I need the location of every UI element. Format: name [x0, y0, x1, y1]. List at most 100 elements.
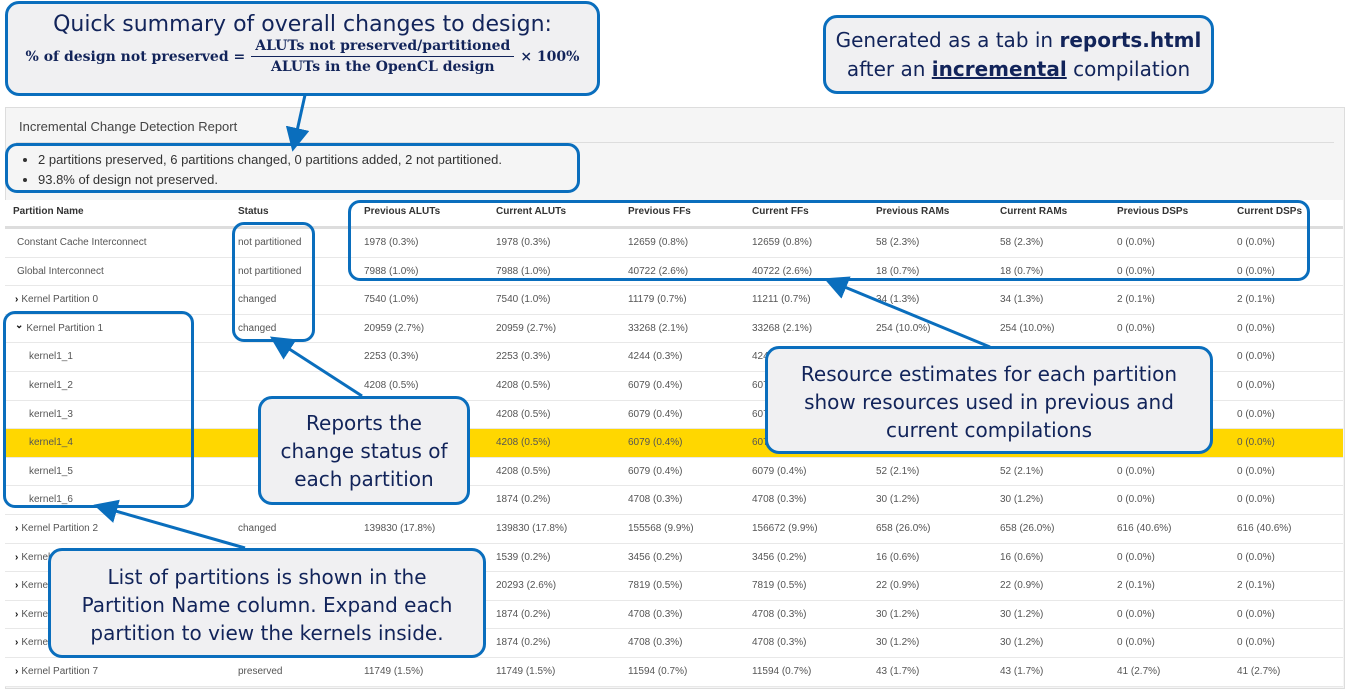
resource-value: 4708 (0.3%) — [628, 608, 683, 620]
table-cell: 30 (1.2%) — [1000, 486, 1043, 513]
resource-value: 7540 (1.0%) — [364, 294, 419, 306]
table-cell: 30 (1.2%) — [876, 486, 919, 513]
table-cell: 7540 (1.0%) — [364, 286, 418, 313]
table-cell: Constant Cache Interconnect — [17, 229, 147, 256]
table-cell: 6079 (0.4%) — [628, 458, 682, 485]
table-cell: 43 (1.7%) — [876, 658, 919, 685]
table-cell: 16 (0.6%) — [1000, 544, 1043, 571]
table-cell: 11594 (0.7%) — [628, 658, 687, 685]
table-cell: 41 (2.7%) — [1237, 658, 1280, 685]
kernel-row[interactable]: kernel1_6 1874 (0.2%) 4708 (0.3%) 4708 (0.3… — [5, 486, 1343, 515]
table-cell: 30 (1.2%) — [1000, 601, 1043, 628]
resource-value: 20959 (2.7%) — [496, 322, 557, 334]
resource-value: 658 (26.0%) — [876, 522, 931, 534]
table-cell: 20959 (2.7%) — [364, 315, 424, 342]
resource-value: 4208 (0.5%) — [496, 465, 551, 477]
partition-row[interactable]: › Kernel Partition 0 changed 7540 (1.0%) 754… — [5, 286, 1343, 315]
kernel-row[interactable]: kernel1_5 4208 (0.5%) 6079 (0.4%) 6079 (0.4… — [5, 458, 1343, 487]
table-cell: › Kernel Partition 2 — [15, 515, 98, 542]
generated-text: compilation — [1066, 57, 1191, 81]
chevron-right-icon[interactable]: › — [15, 658, 18, 685]
partition-name: Global Interconnect — [17, 265, 104, 277]
table-cell: 0 (0.0%) — [1237, 429, 1275, 456]
table-cell: 34 (1.3%) — [876, 286, 919, 313]
table-cell: 6079 (0.4%) — [628, 401, 682, 428]
table-cell: 4708 (0.3%) — [628, 629, 682, 656]
table-cell: 616 (40.6%) — [1237, 515, 1291, 542]
table-cell: 4708 (0.3%) — [752, 486, 806, 513]
partition-name: Kernel Partition 2 — [21, 522, 99, 534]
resource-value: 52 (2.1%) — [1000, 465, 1044, 477]
resource-value: 2253 (0.3%) — [364, 351, 419, 363]
partitions-callout: List of partitions is shown in the Parti… — [48, 548, 486, 658]
resource-value: 0 (0.0%) — [1117, 637, 1155, 649]
chevron-right-icon[interactable]: › — [15, 572, 18, 599]
table-cell: 52 (2.1%) — [876, 458, 919, 485]
table-cell: 155568 (9.9%) — [628, 515, 694, 542]
table-cell: 2253 (0.3%) — [496, 343, 550, 370]
table-cell: 11211 (0.7%) — [752, 286, 811, 313]
status-callout: Reports the change status of each partit… — [258, 396, 470, 505]
resource-value: 30 (1.2%) — [1000, 608, 1044, 620]
resource-value: 43 (1.7%) — [1000, 665, 1044, 677]
resource-value: 4708 (0.3%) — [752, 494, 807, 506]
table-cell: 4208 (0.5%) — [364, 372, 418, 399]
partition-row[interactable]: › Kernel Partition 2 changed 139830 (17.8%)… — [5, 515, 1343, 544]
table-cell: 4208 (0.5%) — [496, 458, 550, 485]
table-cell: 4208 (0.5%) — [496, 429, 550, 456]
resource-value: 33268 (2.1%) — [628, 322, 689, 334]
resource-value: 41 (2.7%) — [1117, 665, 1161, 677]
resource-value: 30 (1.2%) — [876, 494, 920, 506]
table-cell: 0 (0.0%) — [1117, 601, 1155, 628]
chevron-right-icon[interactable]: › — [15, 544, 18, 571]
column-header[interactable]: Partition Name — [13, 200, 84, 224]
formula-numerator: ALUTs not preserved/partitioned — [251, 38, 515, 57]
table-cell: 2 (0.1%) — [1237, 572, 1275, 599]
resource-value: 0 (0.0%) — [1237, 408, 1275, 420]
chevron-right-icon[interactable]: › — [15, 629, 18, 656]
table-cell: 11594 (0.7%) — [752, 658, 811, 685]
partition-row[interactable]: ⌄ Kernel Partition 1 changed 20959 (2.7%) 20… — [5, 315, 1343, 344]
resource-value: 11749 (1.5%) — [496, 665, 556, 677]
resource-value: 11594 (0.7%) — [628, 665, 688, 677]
table-cell: 52 (2.1%) — [1000, 458, 1043, 485]
resource-value: 616 (40.6%) — [1237, 522, 1292, 534]
resource-value: 0 (0.0%) — [1117, 465, 1155, 477]
table-cell: 3456 (0.2%) — [628, 544, 682, 571]
resource-value: 0 (0.0%) — [1117, 551, 1155, 563]
resource-value: 6079 (0.4%) — [628, 408, 683, 420]
status-callout-text: Reports the change status of each partit… — [280, 411, 448, 491]
table-cell: 30 (1.2%) — [1000, 629, 1043, 656]
generated-callout: Generated as a tab in reports.html after… — [823, 15, 1214, 94]
table-cell: 2253 (0.3%) — [364, 343, 418, 370]
column-header[interactable]: Status — [238, 200, 269, 224]
resource-value: 6079 (0.4%) — [752, 465, 807, 477]
resource-value: 1874 (0.2%) — [496, 608, 551, 620]
resource-value: 11594 (0.7%) — [752, 665, 812, 677]
report-title: Incremental Change Detection Report — [19, 119, 238, 134]
chevron-right-icon[interactable]: › — [15, 286, 18, 313]
table-cell: 139830 (17.8%) — [496, 515, 567, 542]
table-cell: 1874 (0.2%) — [496, 601, 550, 628]
table-cell: 30 (1.2%) — [876, 629, 919, 656]
resource-value: 139830 (17.8%) — [364, 522, 436, 534]
table-cell: 0 (0.0%) — [1117, 315, 1155, 342]
resource-value: 4208 (0.5%) — [364, 379, 419, 391]
resource-value: 7819 (0.5%) — [628, 580, 683, 592]
table-cell: 41 (2.7%) — [1117, 658, 1160, 685]
table-cell: 22 (0.9%) — [876, 572, 919, 599]
chevron-right-icon[interactable]: › — [15, 515, 18, 542]
table-cell: 0 (0.0%) — [1237, 315, 1275, 342]
partition-row[interactable]: › Kernel Partition 7 preserved 11749 (1.5%)… — [5, 658, 1343, 687]
resource-value: 0 (0.0%) — [1117, 608, 1155, 620]
chevron-right-icon[interactable]: › — [15, 601, 18, 628]
table-cell: preserved — [238, 658, 282, 685]
table-cell: 20293 (2.6%) — [496, 572, 556, 599]
table-cell: 0 (0.0%) — [1237, 343, 1275, 370]
resource-value: 2 (0.1%) — [1237, 580, 1275, 592]
table-cell: › Kernel Partition 0 — [15, 286, 98, 313]
resource-value: 2 (0.1%) — [1117, 580, 1155, 592]
table-cell: 4708 (0.3%) — [628, 486, 682, 513]
summary-callout: Quick summary of overall changes to desi… — [5, 1, 600, 96]
table-cell: 6079 (0.4%) — [628, 429, 682, 456]
